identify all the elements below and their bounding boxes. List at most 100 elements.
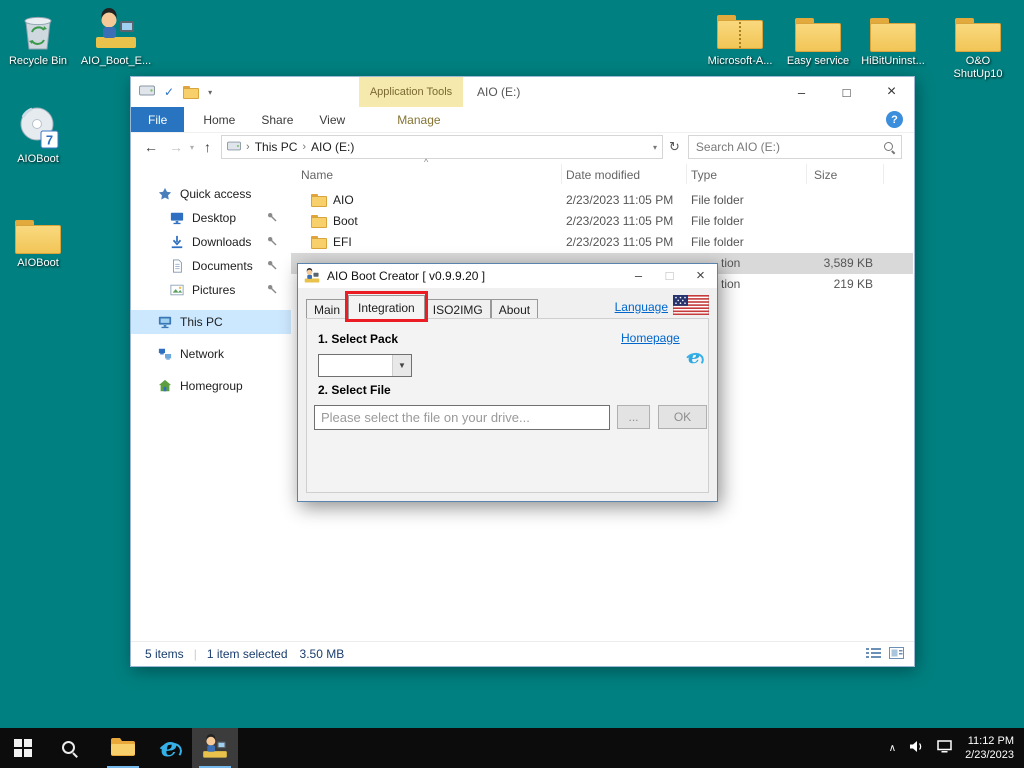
file-name: AIO — [333, 193, 354, 207]
star-icon — [157, 187, 173, 201]
file-date: 2/23/2023 11:05 PM — [566, 193, 673, 207]
tab-integration[interactable]: Integration — [348, 295, 425, 319]
sidebar-item-network[interactable]: Network — [131, 342, 291, 366]
up-icon[interactable]: ↑ — [204, 139, 211, 155]
sidebar-item-downloads[interactable]: Downloads — [131, 230, 291, 254]
sidebar-item-homegroup[interactable]: Homegroup — [131, 374, 291, 398]
language-link[interactable]: Language — [615, 300, 668, 314]
desktop-icon-aioboot-disc[interactable]: 7 AIOBoot — [0, 104, 76, 166]
system-tray: ∧ 11:12 PM 2/23/2023 — [879, 728, 1024, 768]
tab-view[interactable]: View — [306, 107, 358, 132]
chevron-down-icon[interactable]: ▾ — [653, 143, 657, 152]
tab-file[interactable]: File — [131, 107, 184, 132]
search-icon[interactable] — [883, 141, 896, 154]
taskbar-internet-explorer-button[interactable]: e — [146, 728, 192, 768]
tab-main[interactable]: Main — [306, 299, 348, 319]
homepage-link[interactable]: Homepage — [621, 331, 680, 345]
maximize-button[interactable]: □ — [654, 264, 685, 287]
application-tools-tab[interactable]: Application Tools — [359, 77, 463, 107]
desktop-icon-aio-boot-app[interactable]: AIO_Boot_E... — [78, 6, 154, 68]
tray-chevron-up-icon[interactable]: ∧ — [889, 743, 896, 754]
column-header-name[interactable]: Name — [301, 168, 333, 182]
recent-locations-icon[interactable]: ▾ — [190, 143, 194, 152]
minimize-button[interactable]: – — [779, 77, 824, 107]
column-divider[interactable] — [686, 164, 687, 184]
tab-home[interactable]: Home — [190, 107, 248, 132]
browse-button[interactable]: ... — [617, 405, 650, 429]
details-view-icon[interactable] — [866, 647, 881, 662]
desktop-icon-easy-service[interactable]: Easy service — [780, 6, 856, 68]
tab-share[interactable]: Share — [248, 107, 306, 132]
column-header-size[interactable]: Size — [814, 168, 837, 182]
pack-select-dropdown[interactable]: ▼ — [318, 354, 412, 377]
sidebar-item-pictures[interactable]: Pictures — [131, 278, 291, 302]
network-display-icon[interactable] — [937, 740, 952, 756]
forward-icon[interactable]: → — [169, 139, 183, 155]
sort-ascending-icon: ^ — [424, 157, 428, 167]
column-divider[interactable] — [561, 164, 562, 184]
breadcrumb-drive[interactable]: AIO (E:) — [311, 140, 354, 154]
dialog-window-controls: – □ × — [623, 264, 716, 287]
desktop-icon-recycle-bin[interactable]: Recycle Bin — [0, 6, 76, 68]
taskbar-clock[interactable]: 11:12 PM 2/23/2023 — [965, 734, 1014, 762]
status-divider: | — [194, 647, 197, 661]
desktop-icon-microsoft-zip[interactable]: Microsoft-A... — [702, 6, 778, 68]
chevron-down-icon: ▼ — [392, 355, 411, 376]
volume-icon[interactable] — [909, 740, 924, 756]
desktop-icon-label: HiBitUninst... — [861, 55, 925, 68]
thumbnails-view-icon[interactable] — [889, 647, 904, 662]
minimize-button[interactable]: – — [623, 264, 654, 287]
column-divider[interactable] — [883, 164, 884, 184]
pin-icon — [267, 211, 277, 225]
sidebar-item-desktop[interactable]: Desktop — [131, 206, 291, 230]
search-input[interactable] — [694, 139, 883, 155]
clock-date: 2/23/2023 — [965, 748, 1014, 762]
desktop-icon-label: O&O ShutUp10 — [946, 55, 1010, 81]
maximize-icon: □ — [843, 85, 851, 100]
folder-icon — [15, 208, 61, 254]
sidebar-item-quick-access[interactable]: Quick access — [131, 182, 291, 206]
file-row-boot[interactable]: Boot 2/23/2023 11:05 PM File folder — [291, 211, 913, 232]
column-header-date[interactable]: Date modified — [566, 168, 640, 182]
close-button[interactable]: × — [869, 77, 914, 107]
us-flag-icon[interactable] — [673, 295, 709, 318]
sidebar-item-documents[interactable]: Documents — [131, 254, 291, 278]
column-divider[interactable] — [806, 164, 807, 184]
back-icon[interactable]: ← — [144, 139, 158, 155]
aio-boot-app-icon — [304, 268, 320, 284]
properties-icon[interactable]: ✓ — [164, 85, 174, 99]
maximize-button[interactable]: □ — [824, 77, 869, 107]
maximize-icon: □ — [666, 268, 674, 283]
column-header-type[interactable]: Type — [691, 168, 717, 182]
select-pack-label: 1. Select Pack — [318, 332, 398, 346]
tab-manage[interactable]: Manage — [384, 107, 453, 132]
close-button[interactable]: × — [685, 264, 716, 287]
file-path-input[interactable] — [315, 406, 609, 429]
clock-time: 11:12 PM — [965, 734, 1014, 748]
desktop-icon-oo-shutup10[interactable]: O&O ShutUp10 — [938, 6, 1018, 81]
taskbar-file-explorer-button[interactable] — [100, 728, 146, 768]
desktop-icon-hibituninstaller[interactable]: HiBitUninst... — [855, 6, 931, 68]
refresh-icon[interactable]: ↻ — [669, 139, 680, 155]
file-type: File folder — [691, 214, 744, 228]
taskbar-aio-boot-button[interactable] — [192, 728, 238, 768]
new-folder-icon[interactable] — [183, 86, 199, 99]
sidebar-item-this-pc[interactable]: This PC — [131, 310, 291, 334]
explorer-titlebar: ✓ ▾ Application Tools AIO (E:) – □ × — [131, 77, 914, 107]
file-row-aio[interactable]: AIO 2/23/2023 11:05 PM File folder — [291, 190, 913, 211]
customize-toolbar-icon[interactable]: ▾ — [208, 88, 212, 97]
ribbon-tabs: File Home Share View Manage ? — [131, 107, 914, 133]
file-row-efi[interactable]: EFI 2/23/2023 11:05 PM File folder — [291, 232, 913, 253]
ok-button[interactable]: OK — [658, 405, 707, 429]
sidebar-item-label: Quick access — [180, 187, 251, 201]
breadcrumb-this-pc[interactable]: This PC — [255, 140, 298, 154]
help-icon[interactable]: ? — [886, 111, 903, 128]
desktop-icon-aioboot-folder[interactable]: AIOBoot — [0, 208, 76, 270]
address-bar[interactable]: › This PC › AIO (E:) ▾ — [221, 135, 663, 159]
taskbar-search-button[interactable] — [46, 728, 92, 768]
window-controls: – □ × — [779, 77, 914, 107]
start-button[interactable] — [0, 728, 46, 768]
aio-boot-creator-dialog: AIO Boot Creator [ v0.9.9.20 ] – □ × Mai… — [297, 263, 718, 502]
tab-iso2img[interactable]: ISO2IMG — [425, 299, 491, 319]
tab-about[interactable]: About — [491, 299, 538, 319]
